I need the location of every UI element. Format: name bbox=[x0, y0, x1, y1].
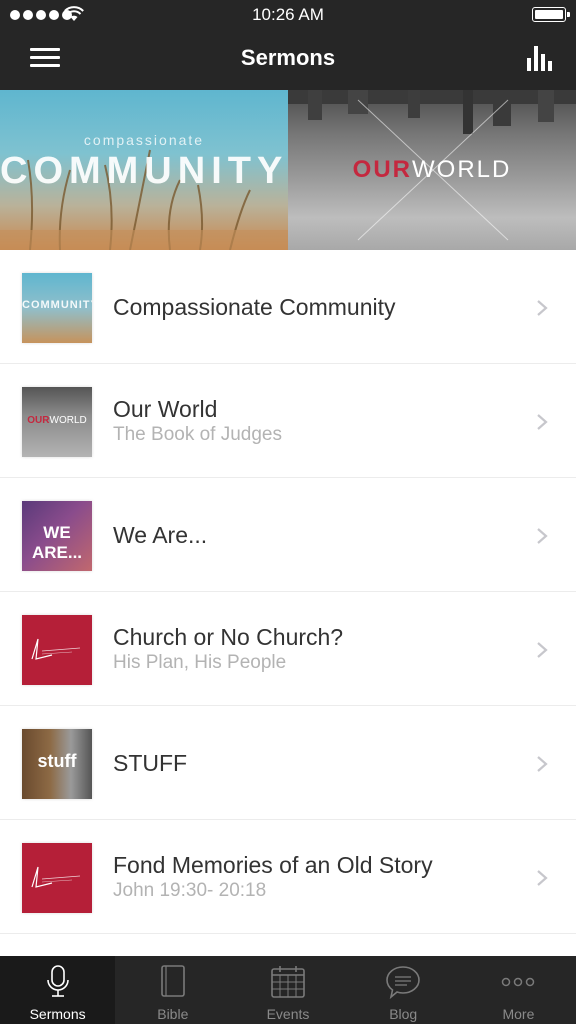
tab-bible[interactable]: Bible bbox=[115, 956, 230, 1024]
tab-label: Sermons bbox=[29, 1006, 86, 1022]
sermon-thumbnail bbox=[22, 843, 92, 913]
tab-label: More bbox=[502, 1006, 535, 1022]
sermon-thumbnail: stuff bbox=[22, 729, 92, 799]
chevron-right-icon bbox=[537, 870, 548, 886]
sermon-title: We Are... bbox=[113, 521, 208, 548]
sermon-subtitle: John 19:30- 20:18 bbox=[113, 879, 267, 901]
thumbnail-text: stuff bbox=[37, 751, 77, 771]
sermon-title: Compassionate Community bbox=[113, 293, 396, 320]
book-icon bbox=[160, 965, 185, 997]
stats-chart-icon[interactable] bbox=[526, 44, 554, 72]
banner-subtitle: compassionate bbox=[83, 132, 205, 148]
church-logo-icon bbox=[31, 638, 81, 660]
sermon-title: Our World bbox=[113, 395, 218, 422]
sermon-thumbnail bbox=[22, 615, 92, 685]
banner-logo-world: WORLD bbox=[412, 156, 512, 183]
sermon-list: COMMUNITY Compassionate Community OURWOR… bbox=[0, 250, 576, 934]
banner-compassionate-community[interactable]: compassionate COMMUNITY bbox=[0, 90, 288, 250]
sermon-subtitle: The Book of Judges bbox=[113, 423, 282, 445]
list-item[interactable]: WE ARE... We Are... bbox=[0, 478, 576, 592]
sermon-thumbnail: WE ARE... bbox=[22, 501, 92, 571]
chevron-right-icon bbox=[537, 756, 548, 772]
sermon-thumbnail: COMMUNITY bbox=[22, 273, 92, 343]
microphone-icon bbox=[46, 965, 69, 997]
tab-sermons[interactable]: Sermons bbox=[0, 956, 116, 1024]
chevron-right-icon bbox=[537, 528, 548, 544]
status-time: 10:26 AM bbox=[252, 5, 324, 24]
featured-banner: compassionate COMMUNITY OURWORLD bbox=[0, 90, 576, 250]
status-bar: 10:26 AM bbox=[0, 0, 576, 30]
list-item[interactable]: COMMUNITY Compassionate Community bbox=[0, 250, 576, 364]
tab-events[interactable]: Events bbox=[230, 956, 345, 1024]
sermon-title: Fond Memories of an Old Story bbox=[113, 851, 433, 878]
list-item[interactable]: Fond Memories of an Old Story John 19:30… bbox=[0, 820, 576, 934]
tab-label: Blog bbox=[389, 1006, 418, 1022]
banner-logo-our: OUR bbox=[352, 156, 412, 183]
thumbnail-text: WE ARE... bbox=[31, 523, 83, 562]
chevron-right-icon bbox=[537, 642, 548, 658]
list-item[interactable]: OURWORLD Our World The Book of Judges bbox=[0, 364, 576, 478]
battery-icon bbox=[532, 7, 570, 22]
page-title: Sermons bbox=[240, 45, 336, 70]
chat-bubble-icon bbox=[386, 966, 421, 1000]
thumbnail-text: COMMUNITY bbox=[22, 299, 92, 311]
tab-label: Events bbox=[266, 1006, 310, 1022]
church-logo-icon bbox=[31, 866, 81, 888]
more-dots-icon bbox=[502, 977, 535, 987]
tab-more[interactable]: More bbox=[461, 956, 576, 1024]
calendar-icon bbox=[271, 966, 305, 998]
banner-title: COMMUNITY bbox=[0, 150, 288, 192]
banner-our-world[interactable]: OURWORLD bbox=[288, 90, 576, 250]
list-item[interactable]: stuff STUFF bbox=[0, 706, 576, 820]
sermon-thumbnail: OURWORLD bbox=[22, 387, 92, 457]
tab-bar: Sermons Bible Events Blog More bbox=[0, 956, 576, 1024]
tab-blog[interactable]: Blog bbox=[346, 956, 461, 1024]
tab-label: Bible bbox=[157, 1006, 189, 1022]
navigation-bar: 10:26 AM Sermons bbox=[0, 0, 576, 90]
chevron-right-icon bbox=[537, 300, 548, 316]
thumbnail-text: OURWORLD bbox=[27, 415, 87, 426]
sermon-title: Church or No Church? bbox=[113, 623, 344, 650]
sermon-subtitle: His Plan, His People bbox=[113, 651, 287, 673]
banner-logo: OURWORLD bbox=[288, 156, 576, 184]
list-item[interactable]: Church or No Church? His Plan, His Peopl… bbox=[0, 592, 576, 706]
chevron-right-icon bbox=[537, 414, 548, 430]
sermon-title: STUFF bbox=[113, 749, 188, 776]
